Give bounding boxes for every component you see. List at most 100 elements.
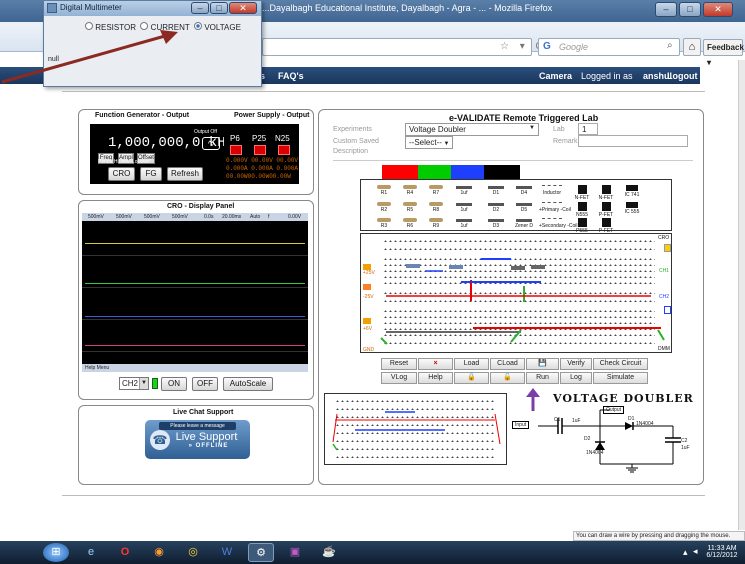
cro-trigger-edge[interactable]: f <box>268 214 269 220</box>
rail-terminal[interactable] <box>363 264 371 270</box>
feedback-button[interactable]: Feedback ▾ <box>703 39 744 67</box>
component-r2[interactable]: R2 <box>371 202 397 213</box>
color-swatch-black[interactable] <box>484 165 520 179</box>
radio-voltage[interactable] <box>194 22 203 30</box>
java-app-icon[interactable]: ⚙ <box>248 543 274 562</box>
probe-terminal[interactable] <box>664 306 671 314</box>
chrome-icon[interactable]: ◎ <box>180 543 206 562</box>
close-window-button[interactable]: ✕ <box>703 2 733 17</box>
cro-ch3-scale[interactable]: 500mV <box>144 214 160 220</box>
java-icon[interactable]: ☕ <box>316 543 342 562</box>
network-icon[interactable]: ▴ <box>683 547 688 558</box>
component--secondary-coil[interactable]: +Secondary -Coil <box>539 218 578 229</box>
help-button[interactable]: Help <box>418 372 453 384</box>
autoscale-button[interactable]: AutoScale <box>223 377 273 391</box>
simulate-button[interactable]: Simulate <box>593 372 648 384</box>
color-swatch-red[interactable] <box>382 165 418 179</box>
component-inductor[interactable]: Inductor <box>539 185 565 196</box>
probe-terminal[interactable] <box>664 244 671 252</box>
firefox-icon[interactable]: ◉ <box>146 543 172 562</box>
component-r6[interactable]: R6 <box>397 218 423 229</box>
nav-camera[interactable]: Camera <box>539 71 572 81</box>
component-d5[interactable]: D5 <box>511 202 537 213</box>
component-zener-d[interactable]: Zener D <box>511 218 537 229</box>
minimize-button[interactable]: – <box>655 2 677 17</box>
breadboard[interactable]: +25V -25V +6V GND CRO CH1 CH2 DMM <box>360 233 672 353</box>
volume-icon[interactable]: ◂ <box>693 546 698 557</box>
experiment-select[interactable]: Voltage Doubler ▼ <box>405 123 539 136</box>
unlock-button[interactable]: 🔓 <box>490 372 525 384</box>
component-r1[interactable]: R1 <box>371 185 397 196</box>
rail-terminal[interactable] <box>363 284 371 290</box>
refresh-button[interactable]: Refresh <box>167 167 203 181</box>
ps-knob-n25[interactable] <box>278 145 290 155</box>
cload-button[interactable]: CLoad <box>490 358 525 370</box>
cro-offset[interactable]: 0.0s <box>204 214 213 220</box>
cro-off-button[interactable]: OFF <box>192 377 218 391</box>
remark-input[interactable] <box>578 135 688 147</box>
chevron-down-icon[interactable]: ▼ <box>139 378 148 389</box>
cro-trigger-level[interactable]: 0.00V <box>288 214 301 220</box>
channel-select[interactable]: CH2 ▼ <box>119 377 149 390</box>
component-d1[interactable]: D1 <box>483 185 509 196</box>
cro-trigger-mode[interactable]: Auto <box>250 214 260 220</box>
url-bar[interactable] <box>262 38 532 56</box>
cro-ch4-scale[interactable]: 500mV <box>172 214 188 220</box>
component-1uf[interactable]: 1uf <box>451 185 477 196</box>
ps-knob-p25[interactable] <box>254 145 266 155</box>
clock[interactable]: 11:33 AM 6/12/2012 <box>702 545 742 559</box>
fg-frequency[interactable]: 1,000,000,0 kHz <box>108 135 234 151</box>
start-button[interactable]: ⊞ <box>43 543 69 562</box>
color-swatch-green[interactable] <box>418 165 451 179</box>
nav-faqs[interactable]: FAQ's <box>278 71 304 81</box>
save-button[interactable]: 💾 <box>526 358 559 370</box>
cro-timebase[interactable]: 20.00ms <box>222 214 241 220</box>
component-p-fet[interactable]: P-FET <box>593 218 619 234</box>
component-r5[interactable]: R5 <box>397 202 423 213</box>
reset-button[interactable]: Reset <box>381 358 417 370</box>
component-d2[interactable]: D2 <box>483 202 509 213</box>
mm-maximize-button[interactable]: □ <box>210 2 228 14</box>
cro-help-menu[interactable]: Help Menu <box>82 364 308 372</box>
maximize-button[interactable]: □ <box>679 2 701 17</box>
fg-button[interactable]: FG <box>140 167 162 181</box>
cro-ch2-scale[interactable]: 500mV <box>116 214 132 220</box>
multimeter-titlebar[interactable]: Digital Multimeter – □ ✕ <box>44 1 261 16</box>
component-r7[interactable]: R7 <box>423 185 449 196</box>
check-circuit-button[interactable]: Check Circuit <box>593 358 648 370</box>
component-ic-555[interactable]: IC 555 <box>619 202 645 215</box>
lab-input[interactable]: 1 <box>578 123 598 135</box>
word-icon[interactable]: W <box>214 543 240 562</box>
component-p-fet[interactable]: P-FET <box>593 202 619 218</box>
component-n-fet[interactable]: N-FET <box>593 185 619 201</box>
log-button[interactable]: Log <box>560 372 592 384</box>
page-scrollbar[interactable] <box>738 60 745 530</box>
run-button[interactable]: Run <box>526 372 559 384</box>
component-1uf[interactable]: 1uf <box>451 202 477 213</box>
component-p555[interactable]: P555 <box>569 218 595 234</box>
component-r8[interactable]: R8 <box>423 202 449 213</box>
ps-knob-p6[interactable] <box>230 145 242 155</box>
opera-icon[interactable]: O <box>112 543 138 562</box>
component-r9[interactable]: R9 <box>423 218 449 229</box>
vlog-button[interactable]: VLog <box>381 372 417 384</box>
app-icon[interactable]: ▣ <box>282 543 308 562</box>
load-button[interactable]: Load <box>454 358 489 370</box>
mm-minimize-button[interactable]: – <box>191 2 209 14</box>
component-n555[interactable]: N555 <box>569 202 595 218</box>
component-ic-741[interactable]: IC 741 <box>619 185 645 198</box>
home-icon[interactable]: ⌂ <box>683 38 701 56</box>
ie-icon[interactable]: e <box>78 543 104 562</box>
mm-close-button[interactable]: ✕ <box>229 2 257 14</box>
cro-on-button[interactable]: ON <box>161 377 187 391</box>
component-d3[interactable]: D3 <box>483 218 509 229</box>
verify-button[interactable]: Verify <box>560 358 592 370</box>
component-1uf[interactable]: 1uf <box>451 218 477 229</box>
component-r3[interactable]: R3 <box>371 218 397 229</box>
component-n-fet[interactable]: N-FET <box>569 185 595 201</box>
component-r4[interactable]: R4 <box>397 185 423 196</box>
component--primary-coil[interactable]: +Primary -Coil <box>539 202 571 213</box>
cro-ch1-scale[interactable]: 500mV <box>88 214 104 220</box>
cro-button[interactable]: CRO <box>108 167 135 181</box>
delete-button[interactable]: × <box>418 358 453 370</box>
